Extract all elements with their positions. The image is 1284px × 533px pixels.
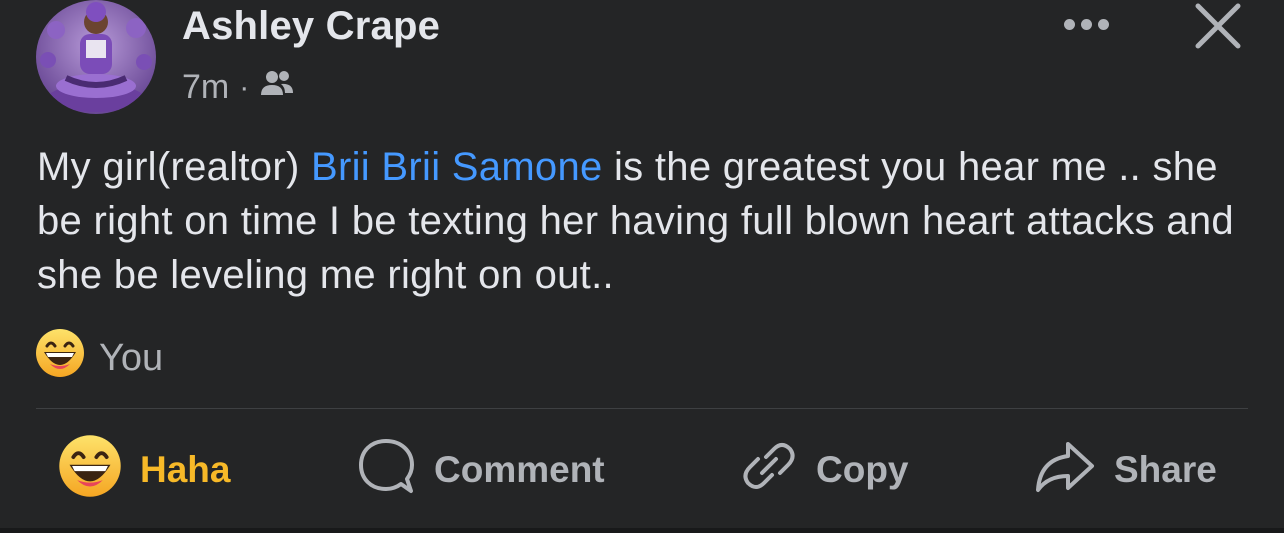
friends-icon bbox=[259, 68, 295, 107]
meta-separator: · bbox=[239, 70, 250, 104]
mention-link[interactable]: Brii Brii Samone bbox=[311, 145, 603, 189]
haha-emoji-icon bbox=[35, 328, 85, 388]
share-button[interactable]: Share bbox=[1034, 436, 1217, 504]
post-meta: 7m · bbox=[182, 68, 295, 107]
copy-label: Copy bbox=[816, 449, 909, 490]
divider bbox=[36, 408, 1248, 409]
reaction-summary[interactable]: You bbox=[35, 328, 163, 388]
copy-button[interactable]: Copy bbox=[740, 436, 909, 504]
haha-emoji-icon bbox=[58, 434, 122, 507]
more-options-icon[interactable] bbox=[1058, 14, 1114, 34]
reaction-label: You bbox=[99, 336, 164, 379]
comment-button[interactable]: Comment bbox=[356, 436, 605, 504]
haha-label: Haha bbox=[140, 449, 231, 490]
comment-label: Comment bbox=[434, 449, 605, 490]
post-card: Ashley Crape 7m · My girl(realtor) Brii … bbox=[0, 0, 1284, 533]
close-icon[interactable] bbox=[1192, 0, 1244, 52]
share-icon bbox=[1034, 438, 1096, 503]
post-text: My girl(realtor) Brii Brii Samone is the… bbox=[37, 140, 1262, 302]
post-time[interactable]: 7m bbox=[182, 68, 229, 107]
bottom-edge bbox=[0, 528, 1284, 533]
post-text-start: My girl(realtor) bbox=[37, 145, 312, 189]
share-label: Share bbox=[1114, 449, 1217, 490]
comment-icon bbox=[356, 436, 416, 505]
author-name[interactable]: Ashley Crape bbox=[182, 4, 440, 49]
haha-button[interactable]: Haha bbox=[58, 434, 231, 507]
avatar[interactable] bbox=[36, 0, 156, 114]
link-icon bbox=[740, 437, 798, 504]
action-bar: Haha Comment Copy Share bbox=[0, 434, 1284, 507]
